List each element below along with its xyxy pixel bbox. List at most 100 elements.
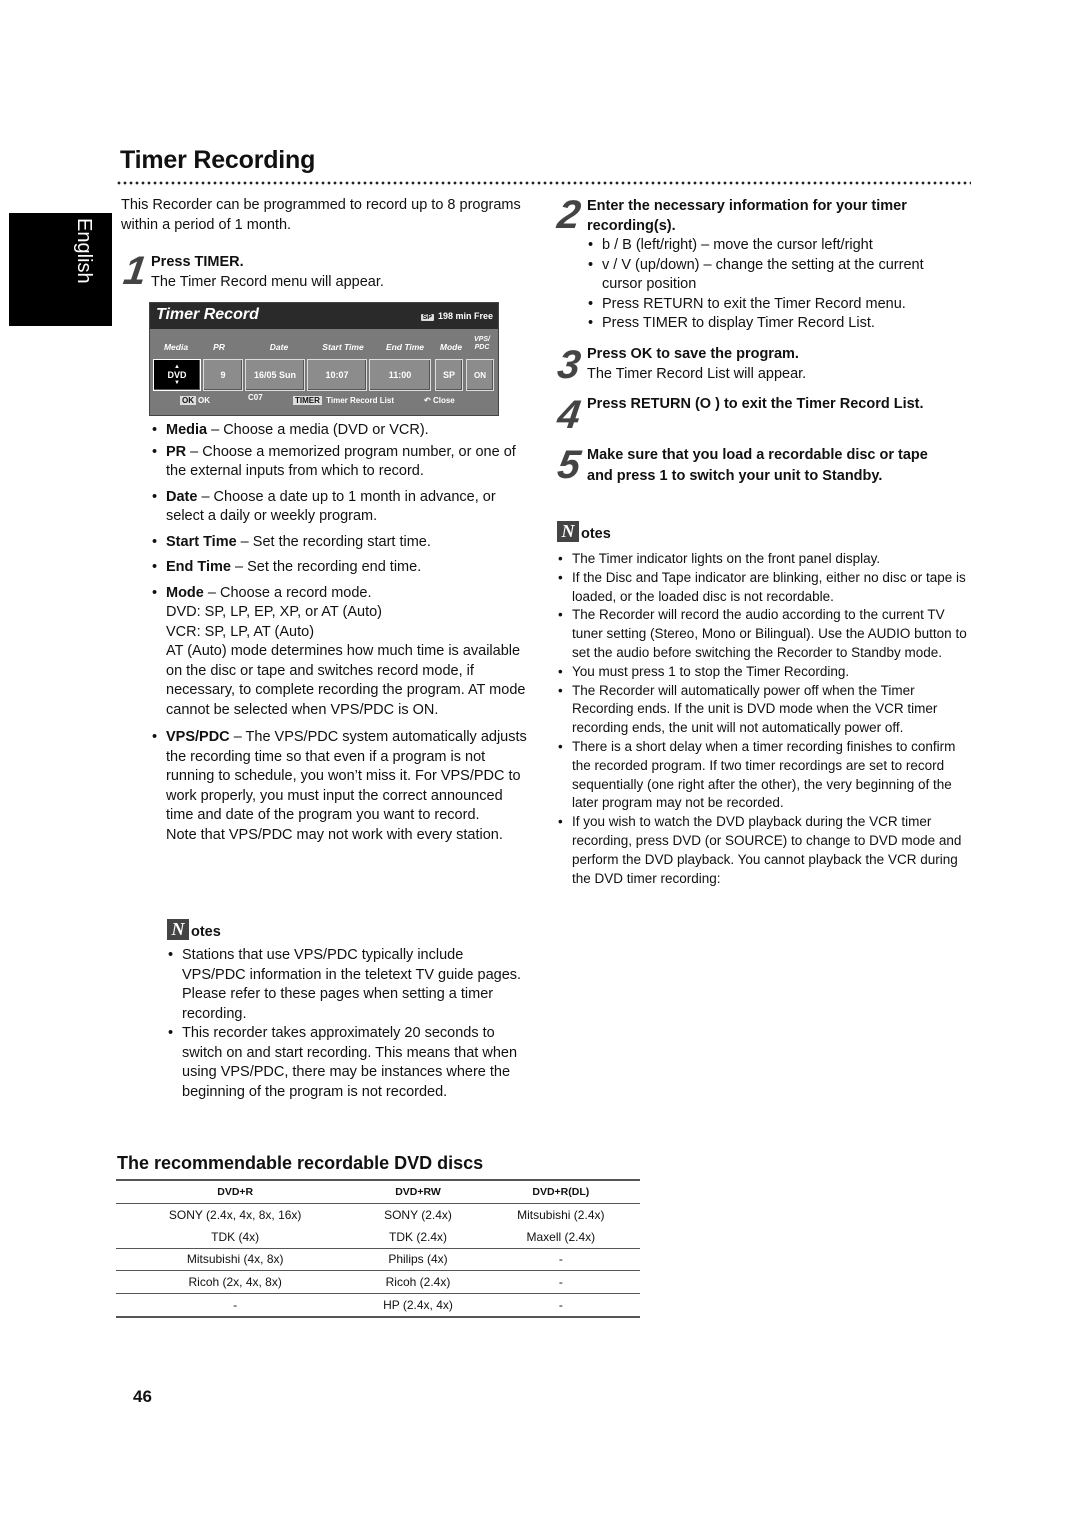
table-cell: - bbox=[481, 1270, 640, 1295]
table-cell: Mitsubishi (2.4x) bbox=[517, 1207, 605, 1222]
notes-heading: N otes bbox=[167, 919, 527, 940]
timer-list-hint: TIMER Timer Record List bbox=[293, 396, 394, 405]
field-description-item: VPS/PDC – The VPS/PDC system automatical… bbox=[151, 728, 531, 845]
discs-heading: The recommendable recordable DVD discs bbox=[117, 1153, 484, 1173]
field-extra-line: AT (Auto) mode determines how much time … bbox=[166, 643, 526, 718]
field-desc: – Choose a date up to 1 month in advance… bbox=[166, 488, 496, 525]
table-row: Mitsubishi (4x, 8x) Philips (4x) - bbox=[116, 1248, 640, 1272]
column-header: DVD+R(DL) bbox=[481, 1179, 640, 1204]
timer-list-label: Timer Record List bbox=[326, 396, 394, 405]
step-2-bullet: Press RETURN to exit the Timer Record me… bbox=[587, 295, 967, 315]
dotted-divider bbox=[116, 181, 971, 185]
col-media: Media bbox=[163, 342, 189, 352]
table-cell: Ricoh (2.4x) bbox=[354, 1270, 482, 1295]
step-number-4: 4 bbox=[554, 393, 584, 437]
media-field[interactable]: ▲ DVD ▼ bbox=[153, 359, 201, 391]
field-desc: – Choose a memorized program number, or … bbox=[166, 443, 516, 480]
note-item: The Timer indicator lights on the front … bbox=[557, 550, 977, 569]
field-description-item: Media – Choose a media (DVD or VCR). bbox=[151, 421, 531, 441]
step-3-heading: Press OK to save the program. bbox=[587, 346, 799, 362]
step-1: Press TIMER. The Timer Record menu will … bbox=[151, 253, 531, 292]
note-item: The Recorder will automatically power of… bbox=[557, 682, 977, 738]
notes-left: N otes Stations that use VPS/PDC typical… bbox=[167, 919, 527, 1102]
notes-heading: N otes bbox=[557, 521, 977, 542]
note-item: If the Disc and Tape indicator are blink… bbox=[557, 569, 977, 607]
step-number-1: 1 bbox=[120, 249, 150, 293]
step-4-heading: Press RETURN (O ) to exit the Timer Reco… bbox=[587, 396, 924, 412]
field-list: Media – Choose a media (DVD or VCR).PR –… bbox=[151, 421, 531, 845]
step-1-text: The Timer Record menu will appear. bbox=[151, 273, 384, 290]
table-cell: - bbox=[481, 1248, 640, 1272]
notes-right-list: The Timer indicator lights on the front … bbox=[557, 550, 977, 888]
channel-label: C07 bbox=[248, 393, 263, 402]
col-vps-pdc: VPS/ PDC bbox=[474, 336, 490, 351]
step-5-heading: Make sure that you load a recordable dis… bbox=[587, 447, 928, 484]
field-description-item: Date – Choose a date up to 1 month in ad… bbox=[151, 488, 531, 527]
table-header-row: DVD+R DVD+RW DVD+R(DL) bbox=[116, 1179, 640, 1204]
end-time-field[interactable]: 11:00 bbox=[369, 359, 431, 391]
field-description-item: Mode – Choose a record mode. DVD: SP, LP,… bbox=[151, 584, 531, 721]
step-2: Enter the necessary information for your… bbox=[587, 197, 967, 334]
notes-left-list: Stations that use VPS/PDC typically incl… bbox=[167, 946, 527, 1102]
step-number-3: 3 bbox=[554, 343, 584, 387]
field-extra-line: DVD: SP, LP, EP, XP, or AT (Auto) bbox=[166, 604, 383, 620]
table-cell: - bbox=[481, 1293, 640, 1318]
notes-heading-text: otes bbox=[191, 924, 221, 940]
table-cell: SONY (2.4x, 4x, 8x, 16x) bbox=[168, 1207, 302, 1222]
step-1-heading: Press TIMER. bbox=[151, 254, 244, 270]
media-value: DVD bbox=[167, 370, 187, 380]
field-term: VPS/PDC bbox=[166, 729, 230, 745]
ok-key: OK bbox=[180, 396, 196, 405]
step-number-5: 5 bbox=[554, 443, 584, 487]
field-desc: – Set the recording start time. bbox=[236, 533, 431, 550]
col-start-time: Start Time bbox=[322, 342, 364, 352]
table-cell: TDK (2.4x) bbox=[354, 1225, 482, 1249]
mode-badge: SP bbox=[420, 314, 434, 321]
field-term: Mode bbox=[166, 584, 204, 601]
col-mode: Mode bbox=[439, 342, 463, 352]
field-term: Start Time bbox=[166, 533, 237, 550]
table-cell: Mitsubishi (4x, 8x) bbox=[116, 1248, 355, 1272]
notes-right: N otes The Timer indicator lights on the… bbox=[557, 521, 977, 888]
table-cell: HP (2.4x, 4x) bbox=[354, 1293, 482, 1318]
start-time-field[interactable]: 10:07 bbox=[307, 359, 367, 391]
menu-title-bar: Timer Record SP 198 min Free bbox=[150, 303, 498, 329]
ok-hint: OK OK bbox=[180, 396, 210, 405]
col-pr: PR bbox=[213, 342, 225, 352]
close-label: Close bbox=[432, 396, 455, 405]
step-number-2: 2 bbox=[554, 193, 584, 237]
field-description-item: PR – Choose a memorized program number, … bbox=[151, 443, 531, 482]
field-term: Media bbox=[166, 422, 208, 438]
note-item: If you wish to watch the DVD playback du… bbox=[557, 813, 977, 888]
note-item: You must press 1 to stop the Timer Recor… bbox=[557, 663, 977, 682]
table-cell: SONY (2.4x) bbox=[384, 1207, 452, 1222]
step-2-bullet: b / B (left/right) – move the cursor lef… bbox=[587, 236, 967, 256]
column-header: DVD+RW bbox=[354, 1179, 482, 1204]
discs-table-wrap: DVD+R DVD+RW DVD+R(DL) SONY (2.4x, 4x, 8… bbox=[116, 1179, 640, 1318]
notes-icon: N bbox=[557, 521, 579, 542]
return-icon: ↶ bbox=[424, 396, 431, 405]
free-space: SP 198 min Free bbox=[420, 311, 493, 321]
language-label: English bbox=[73, 218, 95, 284]
field-desc: – Set the recording end time. bbox=[231, 559, 422, 575]
down-arrow-icon: ▼ bbox=[174, 380, 180, 386]
field-desc: – Choose a media (DVD or VCR). bbox=[207, 422, 429, 438]
page-title: Timer Recording bbox=[120, 146, 316, 174]
date-field[interactable]: 16/05 Sun bbox=[245, 359, 305, 391]
vps-pdc-field[interactable]: ON bbox=[466, 359, 494, 391]
note-item: There is a short delay when a timer reco… bbox=[557, 738, 977, 813]
timer-record-menu: Timer Record SP 198 min Free Media PR Dat… bbox=[149, 302, 499, 416]
pr-field[interactable]: 9 bbox=[203, 359, 243, 391]
field-term: PR bbox=[166, 443, 187, 460]
step-3-text: The Timer Record List will appear. bbox=[587, 365, 807, 382]
field-extra-line: Note that VPS/PDC may not work with ever… bbox=[166, 826, 503, 843]
table-row: TDK (4x) TDK (2.4x) Maxell (2.4x) bbox=[116, 1225, 640, 1249]
intro-text: This Recorder can be programmed to recor… bbox=[121, 197, 521, 233]
timer-key: TIMER bbox=[293, 396, 322, 405]
col-date: Date bbox=[269, 342, 289, 352]
notes-heading-text: otes bbox=[581, 526, 611, 542]
mode-field[interactable]: SP bbox=[435, 359, 463, 391]
field-extra-line: VCR: SP, LP, AT (Auto) bbox=[166, 623, 315, 640]
field-descriptions: Media – Choose a media (DVD or VCR).PR –… bbox=[151, 421, 531, 845]
field-description-item: End Time – Set the recording end time. bbox=[151, 558, 531, 578]
